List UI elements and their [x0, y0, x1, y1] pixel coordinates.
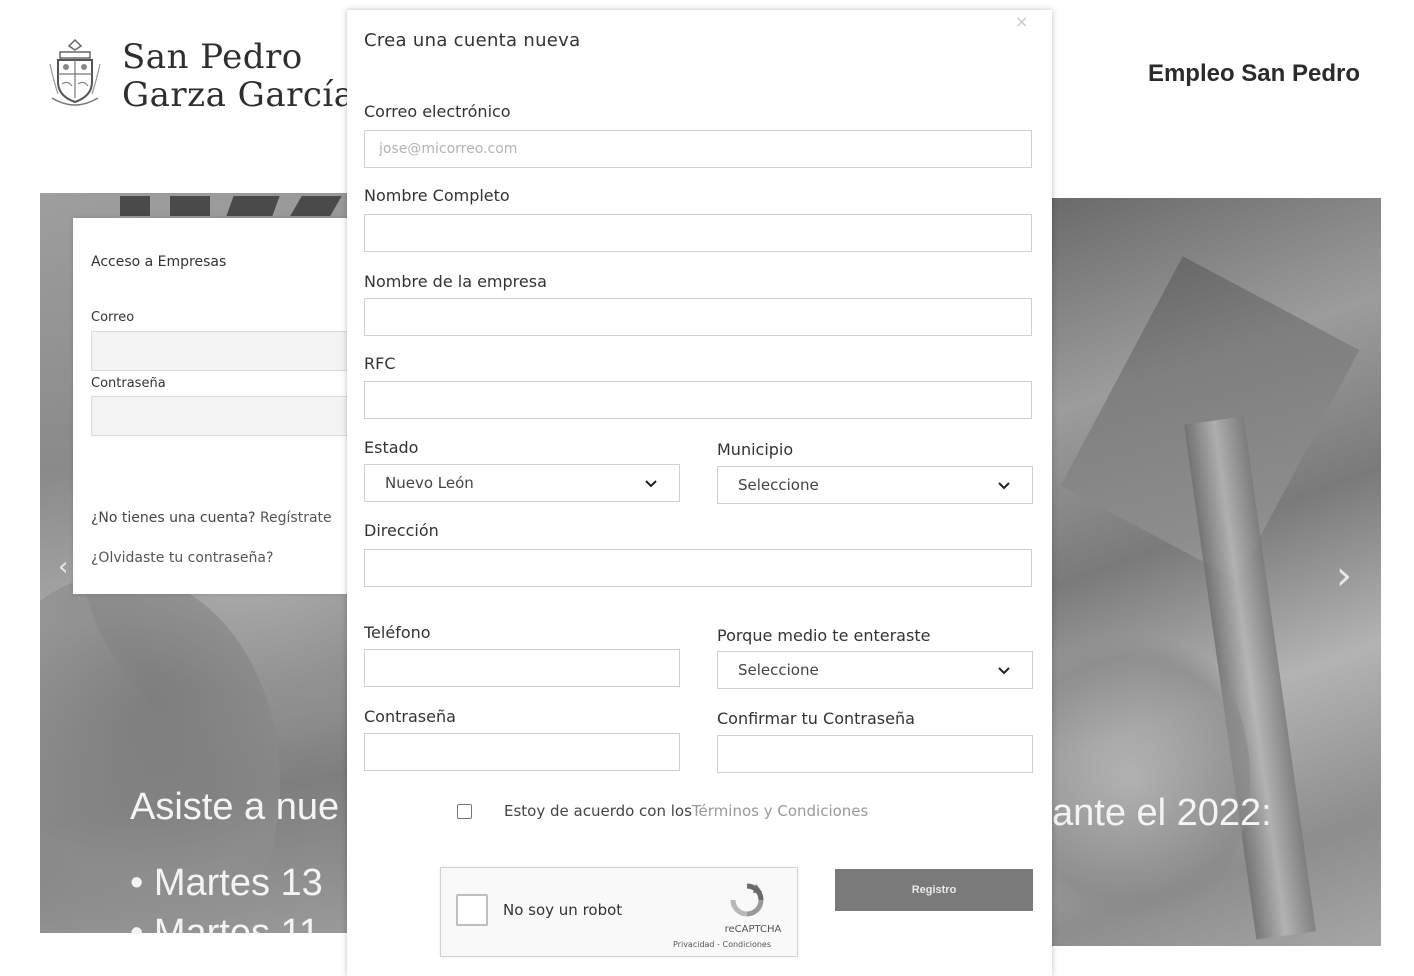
company-field[interactable] — [364, 298, 1032, 336]
hero-bullet-1: • Martes 13 — [130, 862, 323, 904]
recaptcha-label: No soy un robot — [503, 901, 623, 919]
chevron-down-icon — [645, 480, 657, 488]
logo-line-1: San Pedro — [122, 37, 303, 77]
login-email-input[interactable] — [91, 331, 363, 371]
recaptcha-links[interactable]: Privacidad - Condiciones — [673, 940, 771, 949]
chevron-down-icon — [998, 667, 1010, 675]
forgot-password-link[interactable]: ¿Olvidaste tu contraseña? — [91, 550, 273, 566]
login-password-label: Contraseña — [91, 376, 166, 391]
hero-bullet-2: • Martes 11 — [130, 912, 320, 934]
address-field[interactable] — [364, 549, 1032, 587]
referral-label: Porque medio te enteraste — [717, 626, 931, 645]
company-login-card: Acceso a Empresas Correo Contraseña ¿No … — [73, 218, 363, 594]
password-field[interactable] — [364, 733, 680, 771]
carousel-next-icon[interactable]: › — [1336, 556, 1362, 596]
referral-select[interactable]: Seleccione — [717, 651, 1033, 689]
recaptcha-brand: reCAPTCHA — [724, 924, 782, 935]
phone-field[interactable] — [364, 649, 680, 687]
confirm-password-field[interactable] — [717, 735, 1033, 773]
login-card-title: Acceso a Empresas — [91, 254, 227, 270]
register-link[interactable]: Regístrate — [260, 510, 332, 526]
register-prompt-text: ¿No tienes una cuenta? — [91, 510, 260, 526]
company-label: Nombre de la empresa — [364, 272, 547, 291]
full-name-label: Nombre Completo — [364, 186, 510, 205]
state-select[interactable]: Nuevo León — [364, 464, 680, 502]
address-label: Dirección — [364, 521, 439, 540]
hero-top-marks — [40, 190, 350, 218]
terms-row: Estoy de acuerdo con los Términos y Cond… — [457, 802, 868, 820]
hero-heading-left: Asiste a nue — [130, 786, 340, 828]
login-password-input[interactable] — [91, 396, 363, 436]
rfc-label: RFC — [364, 354, 396, 373]
password-label: Contraseña — [364, 707, 456, 726]
municipality-selected-value: Seleccione — [738, 476, 819, 494]
municipality-label: Municipio — [717, 440, 794, 459]
register-button[interactable]: Registro — [835, 869, 1033, 911]
recaptcha-widget: No soy un robot reCAPTCHA Privacidad - C… — [440, 867, 798, 957]
terms-text: Estoy de acuerdo con los — [504, 802, 692, 820]
confirm-password-label: Confirmar tu Contraseña — [717, 709, 915, 728]
recaptcha-icon — [730, 883, 764, 917]
logo-line-2: Garza García — [122, 75, 355, 115]
email-field[interactable] — [364, 130, 1032, 168]
full-name-field[interactable] — [364, 214, 1032, 252]
email-label: Correo electrónico — [364, 102, 511, 121]
municipality-select[interactable]: Seleccione — [717, 466, 1033, 504]
chevron-down-icon — [998, 482, 1010, 490]
modal-title: Crea una cuenta nueva — [364, 30, 581, 51]
crest-icon — [49, 38, 101, 106]
terms-link[interactable]: Términos y Condiciones — [692, 802, 868, 820]
hero-heading-right: ante el 2022: — [1052, 792, 1272, 834]
carousel-prev-icon[interactable]: ‹ — [58, 552, 74, 582]
signup-modal: × Crea una cuenta nueva Correo electróni… — [347, 10, 1052, 976]
phone-label: Teléfono — [364, 623, 431, 642]
site-title[interactable]: Empleo San Pedro — [1148, 60, 1360, 88]
state-selected-value: Nuevo León — [385, 474, 474, 492]
site-logo[interactable]: San Pedro Garza García — [48, 38, 355, 114]
register-prompt: ¿No tienes una cuenta? Regístrate — [91, 510, 332, 526]
rfc-field[interactable] — [364, 381, 1032, 419]
terms-checkbox[interactable] — [457, 803, 472, 819]
referral-selected-value: Seleccione — [738, 661, 819, 679]
recaptcha-checkbox[interactable] — [456, 894, 488, 926]
login-email-label: Correo — [91, 310, 135, 325]
logo-wordmark: San Pedro Garza García — [122, 38, 355, 114]
close-icon[interactable]: × — [1015, 12, 1028, 31]
state-label: Estado — [364, 438, 419, 457]
